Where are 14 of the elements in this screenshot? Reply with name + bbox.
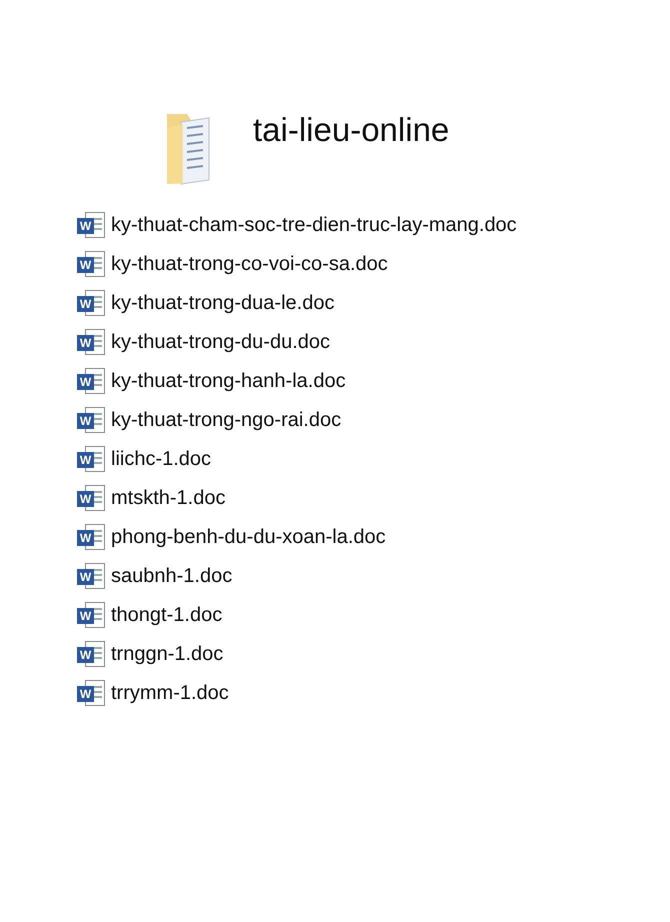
file-name[interactable]: trnggn-1.doc [111, 641, 224, 667]
file-name[interactable]: ky-thuat-cham-soc-tre-dien-truc-lay-mang.doc [111, 212, 517, 238]
file-name[interactable]: phong-benh-du-du-xoan-la.doc [111, 524, 386, 550]
file-name[interactable]: mtskth-1.doc [111, 485, 226, 511]
file-name[interactable]: ky-thuat-trong-hanh-la.doc [111, 368, 346, 394]
file-name[interactable]: ky-thuat-trong-dua-le.doc [111, 290, 334, 316]
file-name[interactable]: liichc-1.doc [111, 446, 212, 472]
file-name[interactable]: ky-thuat-trong-ngo-rai.doc [111, 407, 342, 433]
folder-title: tai-lieu-online [253, 110, 450, 150]
file-name[interactable]: thongt-1.doc [111, 602, 222, 628]
file-name[interactable]: saubnh-1.doc [111, 563, 232, 589]
file-name[interactable]: trrymm-1.doc [111, 680, 229, 706]
file-name[interactable]: ky-thuat-trong-co-voi-co-sa.doc [111, 251, 388, 277]
file-name[interactable]: ky-thuat-trong-du-du.doc [111, 329, 330, 355]
